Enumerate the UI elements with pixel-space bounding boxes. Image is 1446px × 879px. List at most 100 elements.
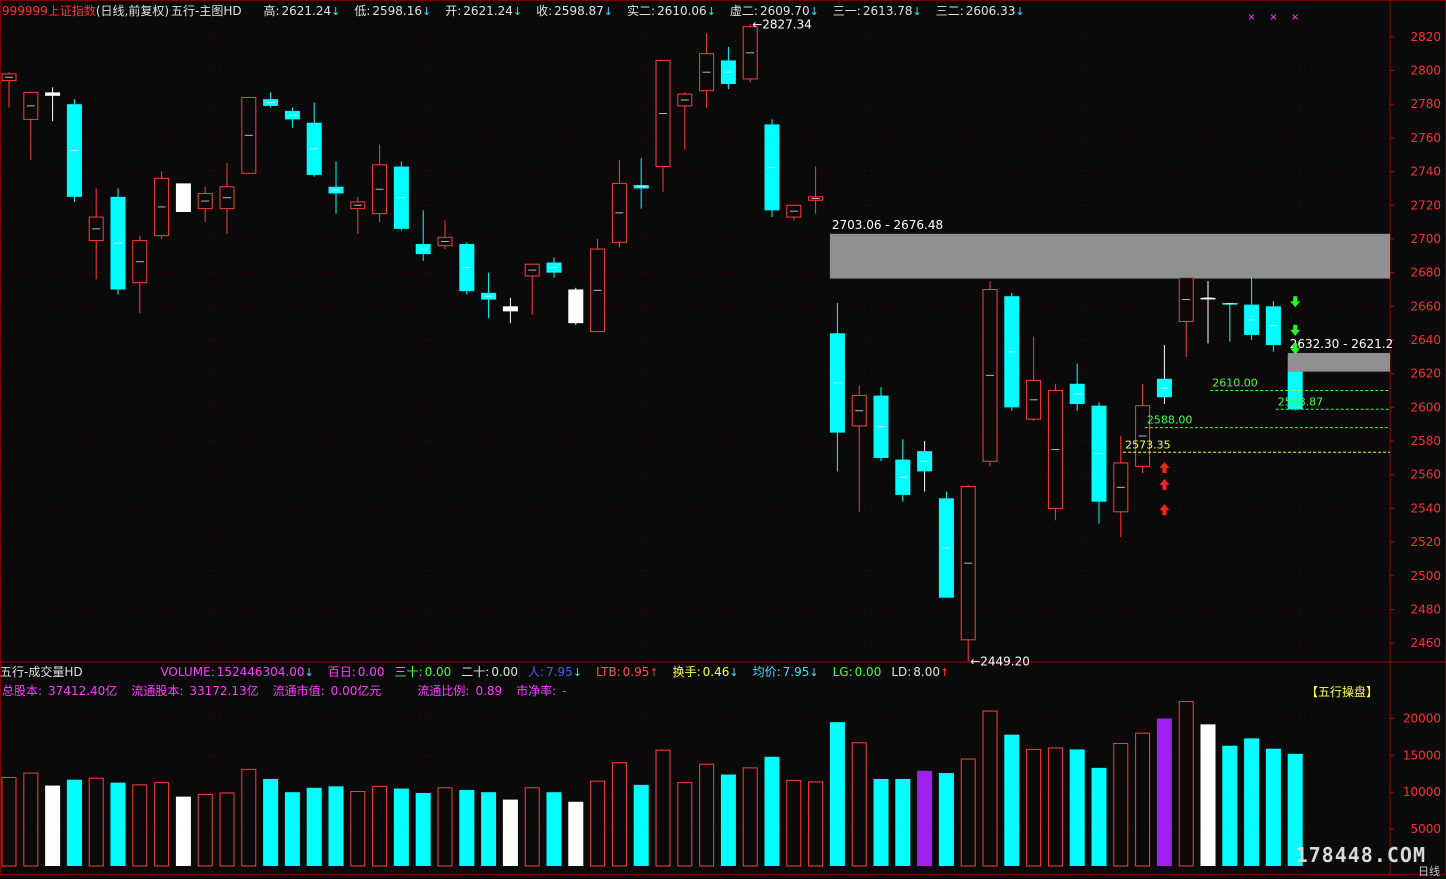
info-item: 总股本: 37412.40亿	[2, 684, 117, 698]
header-item-value: 2610.06	[657, 4, 707, 18]
volume-item: 百日: 0.00	[328, 665, 385, 679]
header-item: 低: 2598.16↓	[354, 4, 435, 18]
volume-bar	[808, 781, 824, 867]
level-label: 2598.87	[1278, 395, 1324, 408]
info-item-value: 0.89	[475, 684, 503, 698]
volume-item-value: 0.00	[424, 665, 452, 679]
volume-bar	[1156, 718, 1172, 866]
price-tick-label: 2760	[1410, 131, 1441, 145]
header-item: 三一: 2613.78↓	[833, 4, 926, 18]
volume-item-value: 152446304.00	[216, 665, 305, 679]
volume-item-value: 7.95	[546, 665, 573, 679]
volume-bar	[764, 756, 780, 866]
volume-bar	[1265, 748, 1281, 866]
price-tick-label: 2680	[1410, 266, 1441, 280]
volume-bar	[1069, 749, 1085, 866]
zone-label: 2632.30 - 2621.2	[1290, 337, 1394, 351]
header-item-label: 开:	[445, 4, 462, 18]
header-item-value: 2598.16	[372, 4, 423, 18]
cross-marker-icon: ×	[1269, 12, 1277, 23]
volume-item-value: 0.95	[622, 665, 650, 679]
volume-item: LG: 0.00	[833, 665, 882, 679]
volume-template-name[interactable]: 五行-成交量HD	[0, 665, 83, 679]
stock-name[interactable]: 上证指数	[48, 4, 96, 18]
header-item-label: 低:	[354, 4, 371, 18]
arrow-down-icon: ↓	[912, 5, 922, 18]
volume-bar	[1026, 748, 1042, 867]
info-item-value: 0.00亿元	[330, 684, 382, 698]
zone-label: 2703.06 - 2676.48	[832, 218, 943, 232]
volume-item-label: 百日:	[327, 665, 356, 679]
volume-bar	[1113, 743, 1129, 867]
price-tick-label: 2800	[1410, 64, 1441, 78]
volume-bar	[23, 772, 39, 867]
info-item: 流通市值: 0.00亿元	[273, 684, 382, 698]
header-item: 开: 2621.24↓	[445, 4, 526, 18]
volume-item: 人: 7.95↓	[528, 665, 586, 679]
volume-values: VOLUME: 152446304.00↓ 百日: 0.00 三十: 0.00 二十: 0.0…	[160, 665, 963, 679]
volume-bar	[263, 778, 279, 866]
volume-bar	[1091, 767, 1107, 866]
volume-bar	[415, 792, 431, 866]
price-tick-label: 2560	[1410, 468, 1441, 482]
volume-bar	[982, 710, 998, 867]
volume-item-label: 人:	[528, 665, 545, 679]
period-label: (日线,前复权)	[95, 4, 170, 18]
resistance-zone	[1287, 352, 1390, 372]
volume-bar	[1, 776, 17, 867]
volume-bar	[219, 792, 235, 867]
volume-item-value: 0.46	[702, 665, 730, 679]
volume-bar	[241, 768, 257, 867]
volume-bar	[154, 782, 170, 867]
volume-item: 三十: 0.00	[395, 665, 452, 679]
volume-bar	[829, 722, 845, 866]
volume-bar	[1200, 724, 1216, 866]
volume-bar	[393, 788, 409, 866]
arrow-down-icon: ↓	[512, 5, 523, 18]
price-tick-label: 2480	[1410, 602, 1441, 616]
resistance-zone	[829, 233, 1390, 279]
volume-bar	[851, 742, 867, 867]
volume-tick-label: 20000	[1403, 711, 1441, 725]
volume-bar	[677, 782, 693, 867]
volume-bar	[328, 786, 344, 866]
arrow-down-icon: ↓	[603, 5, 614, 18]
stock-info-row: 总股本: 37412.40亿 流通股本: 33172.13亿 流通市值: 0.00亿元 流通…	[2, 684, 581, 698]
arrow-down-icon: ↓	[809, 666, 819, 679]
price-tick-label: 2780	[1410, 97, 1441, 111]
volume-bar	[306, 787, 322, 866]
volume-bar	[786, 779, 802, 867]
arrow-down-icon: ↓	[304, 666, 314, 679]
volume-item-label: LTB:	[596, 665, 621, 679]
level-label: 2588.00	[1147, 414, 1193, 427]
volume-item-label: 均价:	[752, 665, 781, 679]
info-item-value: 33172.13亿	[189, 684, 259, 698]
volume-bar	[350, 790, 366, 867]
arrow-up-icon	[1159, 478, 1170, 490]
arrow-down-icon	[1290, 296, 1301, 308]
volume-bar	[873, 778, 889, 866]
template-name[interactable]: 五行-主图HD	[171, 4, 242, 18]
header-item-label: 实二:	[627, 4, 656, 18]
volume-bar	[938, 773, 954, 866]
cross-marker-icon: ×	[1291, 12, 1299, 23]
info-item-label: 总股本:	[2, 684, 43, 698]
volume-bar	[699, 763, 715, 867]
arrow-up-icon: ↑	[649, 666, 659, 679]
price-tick-label: 2520	[1410, 535, 1441, 549]
volume-bar	[197, 793, 213, 867]
chart-canvas: 2460 2480 2500 2520 2540 2560 2580 2600 2620 2640…	[0, 0, 1446, 875]
info-item: 流通股本: 33172.13亿	[131, 684, 258, 698]
price-tick-label: 2460	[1410, 636, 1441, 650]
cross-marker-icon: ×	[1247, 12, 1255, 23]
period-corner-label: 日线	[1418, 865, 1440, 878]
header-item-label: 收:	[536, 4, 553, 18]
stock-code[interactable]: 999999	[2, 4, 48, 18]
info-item-value: -	[562, 684, 567, 698]
header-item-value: 2621.24	[281, 4, 332, 18]
volume-header: 五行-成交量HD VOLUME: 152446304.00↓ 百日: 0.00 三十: 0…	[0, 665, 967, 680]
volume-bar	[437, 787, 453, 867]
info-item-label: 流通市值:	[272, 684, 325, 698]
arrow-up-icon	[1159, 504, 1170, 516]
arrow-down-icon: ↓	[422, 5, 432, 18]
